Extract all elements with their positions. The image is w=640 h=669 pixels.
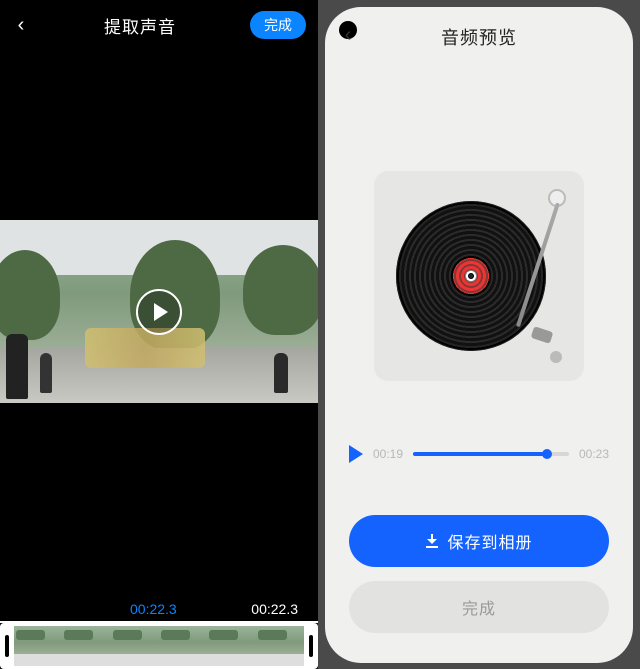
- done-button[interactable]: 完成: [349, 581, 609, 633]
- page-title: 提取声音: [104, 13, 176, 38]
- right-header: ‹ 音频预览: [325, 13, 633, 61]
- timeline-strip[interactable]: [0, 621, 318, 669]
- save-to-album-button[interactable]: 保存到相册: [349, 515, 609, 567]
- record-player-image: [374, 171, 584, 381]
- current-time: 00:22.3: [130, 601, 177, 617]
- elapsed-time: 00:19: [373, 447, 403, 461]
- trim-handle-left[interactable]: [0, 623, 14, 669]
- chevron-left-icon: ‹: [345, 24, 352, 47]
- back-button[interactable]: ‹: [12, 16, 30, 34]
- total-time: 00:23: [579, 447, 609, 461]
- right-phone-frame: ‹ 音频预览 00:19 00:23 保存到相册: [318, 0, 640, 669]
- extract-audio-screen: ‹ 提取声音 完成 00:22.3 00:22.3: [0, 0, 318, 669]
- left-header: ‹ 提取声音 完成: [0, 0, 318, 50]
- play-icon[interactable]: [349, 445, 363, 463]
- tonearm-icon: [548, 189, 566, 207]
- progress-slider[interactable]: [413, 452, 569, 456]
- audio-preview-screen: ‹ 音频预览 00:19 00:23 保存到相册: [325, 7, 633, 663]
- back-button[interactable]: ‹: [339, 27, 357, 45]
- video-preview[interactable]: [0, 220, 318, 403]
- vinyl-disc-icon: [396, 201, 546, 351]
- save-label: 保存到相册: [447, 529, 532, 553]
- page-title: 音频预览: [441, 24, 517, 50]
- trim-handle-right[interactable]: [304, 623, 318, 669]
- time-display: 00:22.3 00:22.3: [0, 601, 318, 617]
- chevron-left-icon: ‹: [18, 14, 25, 37]
- done-button[interactable]: 完成: [250, 11, 306, 39]
- audio-progress: 00:19 00:23: [349, 445, 609, 463]
- progress-handle[interactable]: [542, 449, 552, 459]
- play-icon[interactable]: [136, 289, 182, 335]
- total-time: 00:22.3: [251, 601, 298, 617]
- action-buttons: 保存到相册 完成: [349, 515, 609, 633]
- timeline-thumbnails[interactable]: [14, 623, 304, 669]
- download-icon: [425, 534, 439, 548]
